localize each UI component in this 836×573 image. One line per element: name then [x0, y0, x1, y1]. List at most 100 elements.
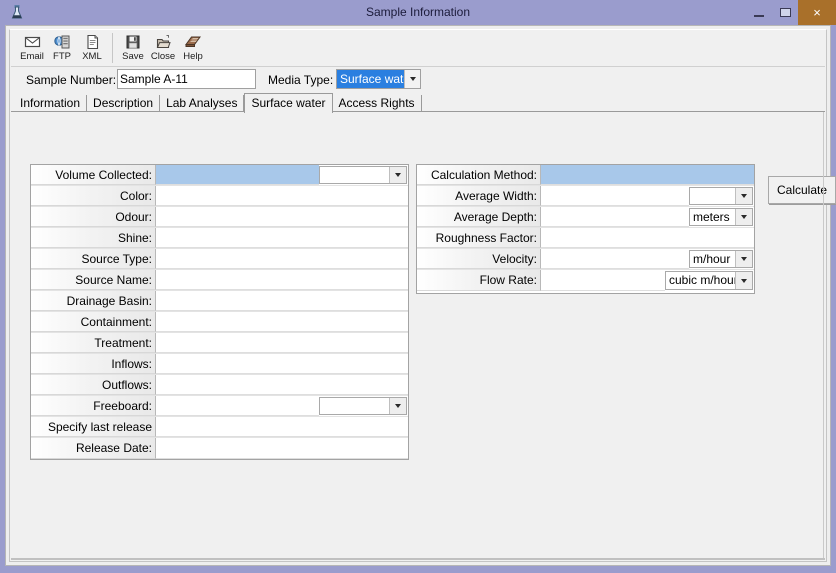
input-source-name[interactable]	[156, 270, 408, 290]
field-row-containment: Containment:	[31, 312, 408, 333]
combo-velocity-unit[interactable]: m/hour	[689, 250, 753, 268]
toolbar-button-help[interactable]: Help	[178, 31, 208, 65]
input-color[interactable]	[156, 186, 408, 206]
toolbar-button-xml[interactable]: XML	[77, 31, 107, 65]
toolbar: Email FTP XML Save Close Help	[11, 31, 825, 67]
input-inflows[interactable]	[156, 354, 408, 374]
tab-bar: Information Description Lab Analyses Sur…	[11, 92, 825, 113]
chevron-down-icon	[735, 272, 752, 289]
maximize-button[interactable]	[772, 0, 798, 25]
toolbar-button-email[interactable]: Email	[17, 31, 47, 65]
input-velocity[interactable]	[541, 249, 689, 269]
label-average-width: Average Width:	[417, 186, 541, 206]
sample-number-label: Sample Number:	[26, 73, 117, 87]
label-drainage-basin: Drainage Basin:	[31, 291, 156, 311]
label-velocity: Velocity:	[417, 249, 541, 269]
combo-freeboard-unit[interactable]	[319, 397, 407, 415]
sample-number-input[interactable]	[117, 69, 256, 89]
open-folder-icon	[155, 33, 172, 50]
calculate-button[interactable]: Calculate	[768, 176, 836, 204]
input-freeboard[interactable]	[156, 396, 319, 416]
chevron-down-icon	[389, 398, 406, 414]
tab-information[interactable]: Information	[14, 95, 88, 112]
input-odour[interactable]	[156, 207, 408, 227]
input-release-date[interactable]	[156, 438, 408, 459]
book-icon	[184, 33, 202, 50]
label-calculation-method: Calculation Method:	[417, 165, 541, 185]
document-icon	[84, 33, 101, 50]
field-row-average-depth: Average Depth: meters	[417, 207, 754, 228]
input-outflows[interactable]	[156, 375, 408, 395]
window-title: Sample Information	[365, 5, 471, 19]
toolbar-button-ftp[interactable]: FTP	[47, 31, 77, 65]
label-shine: Shine:	[31, 228, 156, 248]
combo-volume-collected-unit[interactable]	[319, 166, 407, 184]
tab-access-rights[interactable]: Access Rights	[333, 95, 422, 112]
close-button[interactable]: ×	[798, 0, 836, 25]
input-treatment[interactable]	[156, 333, 408, 353]
toolbar-separator	[112, 33, 113, 63]
ftp-server-icon	[53, 33, 71, 50]
combo-flow-rate-unit[interactable]: cubic m/hour	[665, 271, 753, 290]
label-roughness-factor: Roughness Factor:	[417, 228, 541, 248]
label-specify-last-release: Specify last release	[31, 417, 156, 437]
label-inflows: Inflows:	[31, 354, 156, 374]
input-average-depth[interactable]	[541, 207, 689, 227]
tab-surface-water[interactable]: Surface water	[244, 93, 333, 113]
label-source-type: Source Type:	[31, 249, 156, 269]
window-controls: ×	[746, 0, 836, 25]
tab-lab-analyses[interactable]: Lab Analyses	[160, 95, 245, 112]
tab-description[interactable]: Description	[87, 95, 161, 112]
client-inner: Email FTP XML Save Close Help Sample Num…	[9, 29, 836, 562]
toolbar-label-xml: XML	[82, 51, 102, 62]
toolbar-label-ftp: FTP	[53, 51, 71, 62]
maximize-icon	[779, 8, 791, 17]
label-odour: Odour:	[31, 207, 156, 227]
bottom-divider	[11, 558, 825, 560]
field-row-velocity: Velocity: m/hour	[417, 249, 754, 270]
minimize-button[interactable]	[746, 0, 772, 25]
input-specify-last-release[interactable]	[156, 417, 408, 437]
label-flow-rate: Flow Rate:	[417, 270, 541, 291]
media-type-combo[interactable]: Surface water	[336, 69, 421, 89]
field-row-flow-rate: Flow Rate: cubic m/hour	[417, 270, 754, 291]
envelope-icon	[24, 33, 41, 50]
label-containment: Containment:	[31, 312, 156, 332]
input-volume-collected[interactable]	[156, 165, 319, 185]
toolbar-button-close[interactable]: Close	[148, 31, 178, 65]
field-row-outflows: Outflows:	[31, 375, 408, 396]
chevron-down-icon	[735, 251, 752, 267]
title-bar: Sample Information ×	[0, 0, 836, 25]
floppy-disk-icon	[125, 33, 141, 50]
field-row-calculation-method: Calculation Method:	[417, 165, 754, 186]
application-window: Sample Information × Email FTP XML Save …	[0, 0, 836, 573]
input-calculation-method[interactable]	[541, 165, 754, 185]
input-source-type[interactable]	[156, 249, 408, 269]
input-average-width[interactable]	[541, 186, 689, 206]
input-flow-rate[interactable]	[541, 270, 665, 291]
label-treatment: Treatment:	[31, 333, 156, 353]
media-type-label: Media Type:	[268, 73, 334, 87]
input-roughness-factor[interactable]	[541, 228, 754, 248]
input-containment[interactable]	[156, 312, 408, 332]
toolbar-label-close: Close	[150, 51, 176, 62]
input-shine[interactable]	[156, 228, 408, 248]
field-row-source-type: Source Type:	[31, 249, 408, 270]
field-row-average-width: Average Width:	[417, 186, 754, 207]
field-row-volume-collected: Volume Collected:	[31, 165, 408, 186]
combo-average-depth-unit[interactable]: meters	[689, 208, 753, 226]
field-row-odour: Odour:	[31, 207, 408, 228]
label-source-name: Source Name:	[31, 270, 156, 290]
toolbar-label-help: Help	[183, 51, 203, 62]
input-drainage-basin[interactable]	[156, 291, 408, 311]
combo-average-width-unit[interactable]	[689, 187, 753, 205]
label-volume-collected: Volume Collected:	[31, 165, 156, 185]
label-average-depth: Average Depth:	[417, 207, 541, 227]
flow-calculation-panel: Calculation Method: Average Width: Avera…	[416, 164, 755, 294]
panel-divider	[823, 112, 824, 560]
field-row-source-name: Source Name:	[31, 270, 408, 291]
chevron-down-icon	[735, 209, 752, 225]
label-color: Color:	[31, 186, 156, 206]
toolbar-button-save[interactable]: Save	[118, 31, 148, 65]
chevron-down-icon	[389, 167, 406, 183]
